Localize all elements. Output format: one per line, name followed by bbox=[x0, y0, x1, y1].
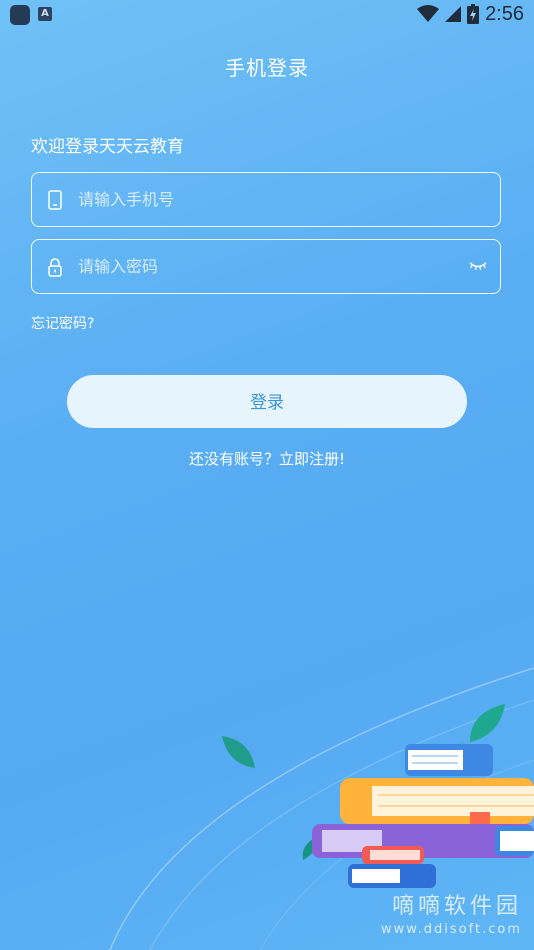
lock-icon bbox=[48, 258, 62, 277]
login-button[interactable]: 登录 bbox=[67, 375, 467, 428]
page-title: 手机登录 bbox=[225, 56, 309, 80]
status-time: 2:56 bbox=[485, 2, 524, 25]
battery-icon bbox=[467, 4, 480, 24]
register-link[interactable]: 还没有账号？立即注册! bbox=[0, 448, 534, 469]
a-icon: A bbox=[38, 7, 52, 21]
phone-icon bbox=[48, 190, 62, 210]
status-bar: A 2:56 bbox=[0, 0, 534, 28]
status-icons: 2:56 bbox=[417, 2, 524, 26]
watermark-url: www.ddisoft.com bbox=[380, 922, 522, 937]
welcome-text: 欢迎登录天天云教育 bbox=[31, 137, 184, 157]
signal-icon bbox=[445, 6, 462, 22]
phone-input[interactable] bbox=[78, 173, 458, 225]
phone-field[interactable] bbox=[31, 172, 501, 227]
password-input[interactable] bbox=[78, 240, 458, 292]
forgot-password-link[interactable]: 忘记密码? bbox=[31, 313, 94, 333]
app-icon bbox=[10, 5, 30, 25]
password-field[interactable] bbox=[31, 239, 501, 294]
wifi-icon bbox=[417, 5, 440, 22]
watermark-text: 嘀嘀软件园 bbox=[391, 894, 522, 919]
eye-closed-icon[interactable] bbox=[468, 260, 488, 272]
